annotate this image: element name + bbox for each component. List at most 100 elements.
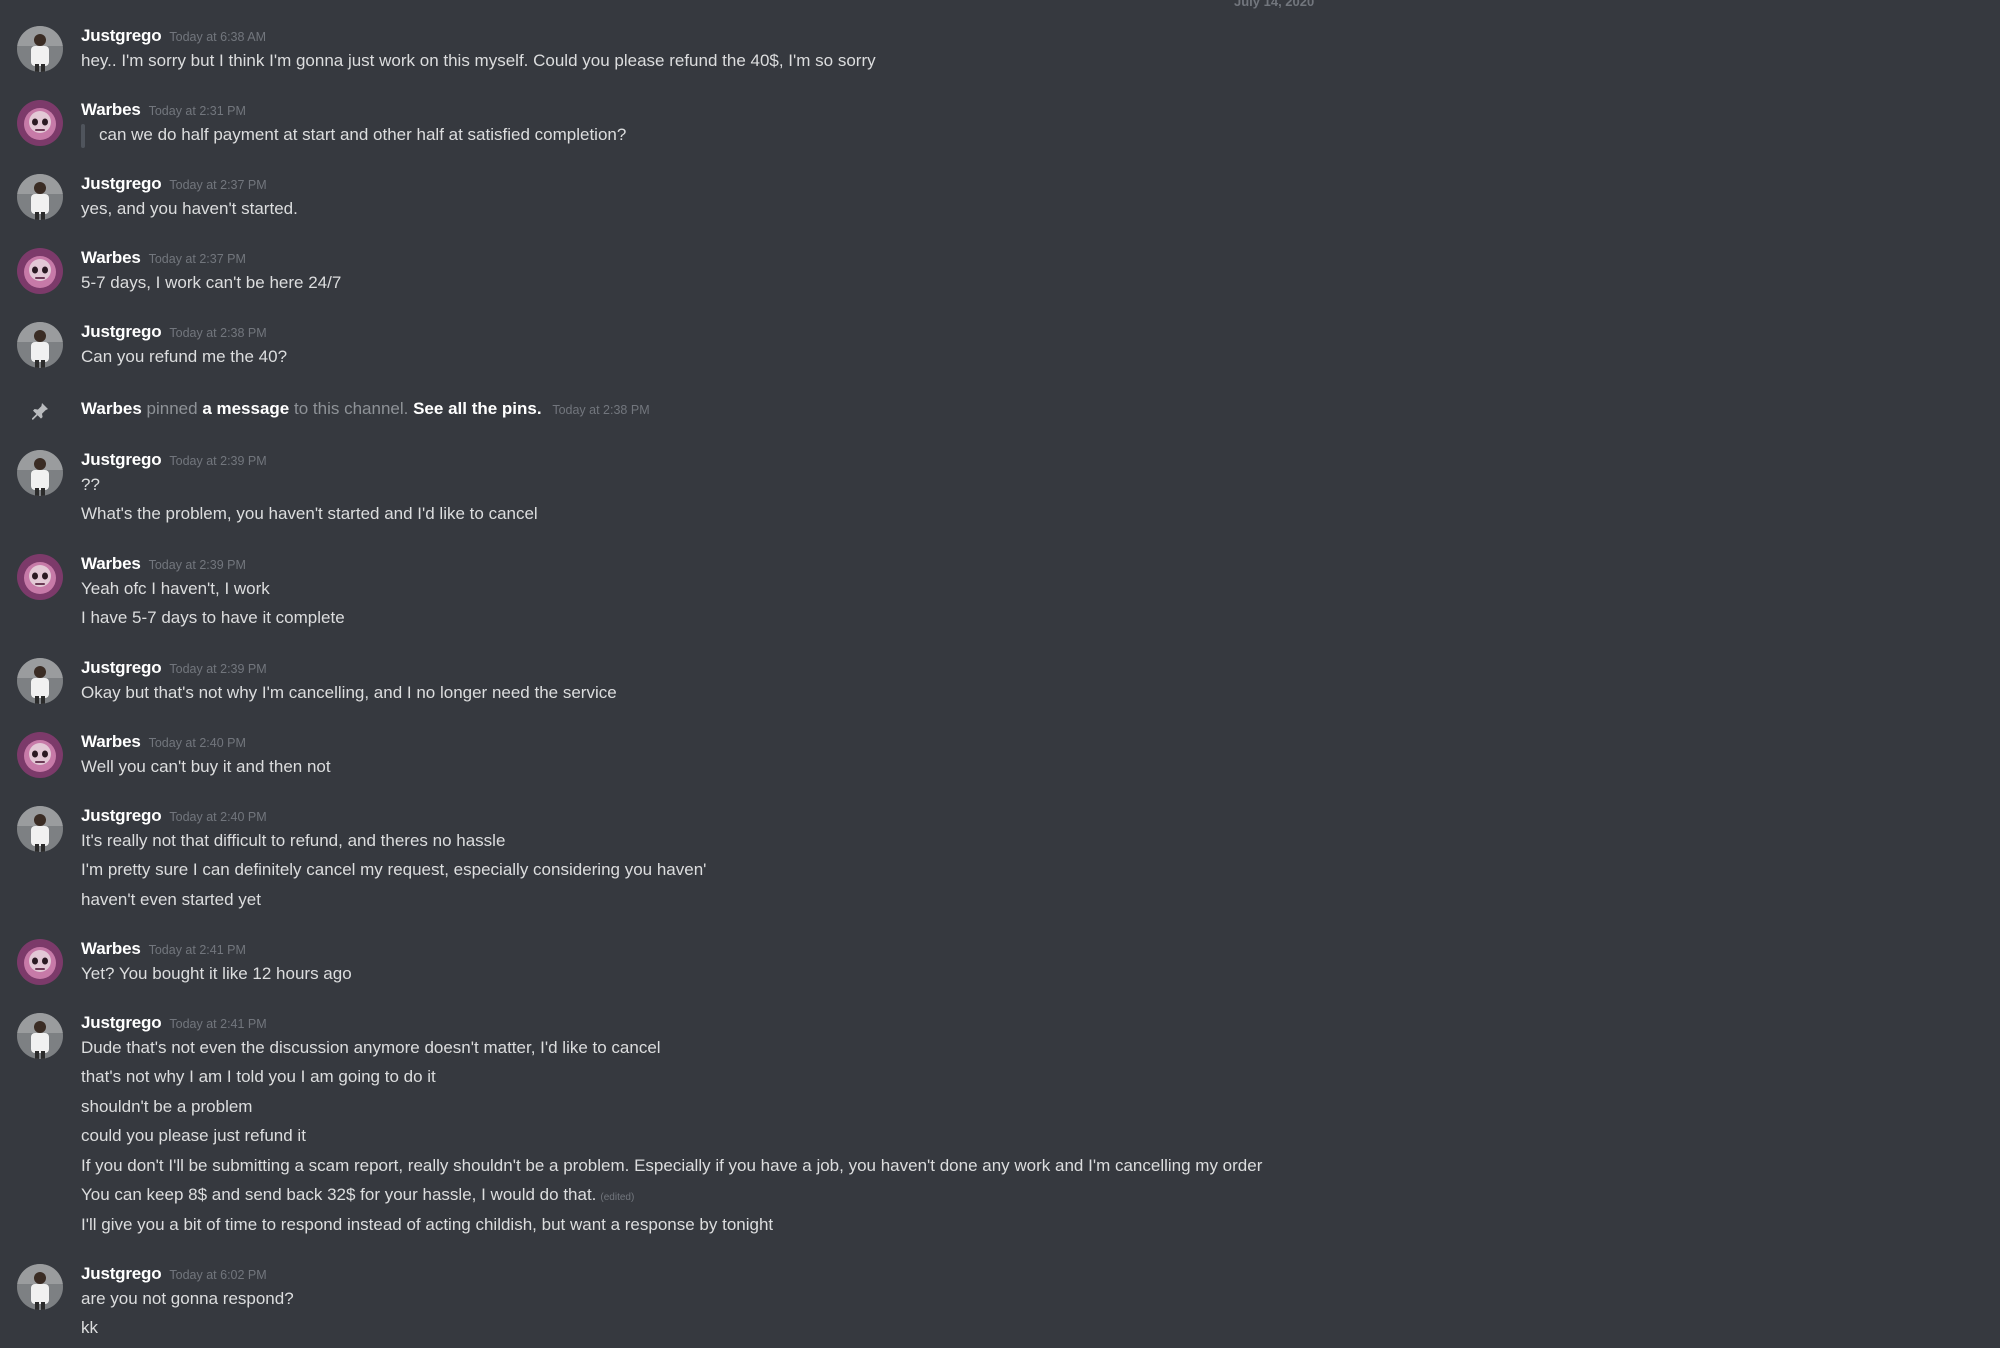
person-photo-avatar-icon bbox=[17, 1013, 63, 1059]
timestamp[interactable]: Today at 2:38 PM bbox=[552, 403, 649, 417]
message-header: Justgrego Today at 2:39 PM bbox=[81, 450, 267, 474]
person-photo-avatar-icon bbox=[17, 26, 63, 72]
username[interactable]: Justgrego bbox=[81, 1264, 162, 1283]
username[interactable]: Warbes bbox=[81, 248, 141, 267]
timestamp[interactable]: Today at 2:40 PM bbox=[149, 736, 246, 750]
pin-notice-text: Warbes pinned a message to this channel.… bbox=[81, 399, 650, 419]
message-header: Justgrego Today at 2:39 PM bbox=[81, 658, 267, 682]
system-pin-message: Warbes pinned a message to this channel.… bbox=[0, 399, 2000, 423]
message-text: You can keep 8$ and send back 32$ for yo… bbox=[81, 1185, 597, 1204]
timestamp[interactable]: Today at 2:40 PM bbox=[169, 810, 266, 824]
message-text: that's not why I am I told you I am goin… bbox=[81, 1067, 436, 1086]
timestamp[interactable]: Today at 2:41 PM bbox=[169, 1017, 266, 1031]
avatar-justgrego[interactable] bbox=[17, 26, 63, 72]
message-text: shouldn't be a problem bbox=[81, 1097, 253, 1116]
username[interactable]: Warbes bbox=[81, 554, 141, 573]
message-text: Can you refund me the 40? bbox=[81, 347, 288, 366]
person-photo-avatar-icon bbox=[17, 1264, 63, 1310]
message-header: Justgrego Today at 2:38 PM bbox=[81, 322, 267, 346]
pinned-message-link[interactable]: a message bbox=[202, 399, 289, 418]
avatar-warbes[interactable] bbox=[17, 732, 63, 778]
message-text: ?? bbox=[81, 475, 100, 494]
person-photo-avatar-icon bbox=[17, 322, 63, 368]
message-header: Warbes Today at 2:40 PM bbox=[81, 732, 246, 756]
message-text: Yeah ofc I haven't, I work bbox=[81, 579, 270, 598]
timestamp[interactable]: Today at 6:38 AM bbox=[169, 30, 266, 44]
person-photo-avatar-icon bbox=[17, 658, 63, 704]
pink-creature-avatar-icon bbox=[17, 554, 63, 600]
message-text: Well you can't buy it and then not bbox=[81, 757, 331, 776]
person-photo-avatar-icon bbox=[17, 174, 63, 220]
username[interactable]: Justgrego bbox=[81, 450, 162, 469]
username[interactable]: Justgrego bbox=[81, 174, 162, 193]
timestamp[interactable]: Today at 2:39 PM bbox=[169, 454, 266, 468]
timestamp[interactable]: Today at 2:37 PM bbox=[149, 252, 246, 266]
avatar-warbes[interactable] bbox=[17, 939, 63, 985]
avatar-justgrego[interactable] bbox=[17, 1013, 63, 1059]
pink-creature-avatar-icon bbox=[17, 732, 63, 778]
username[interactable]: Warbes bbox=[81, 732, 141, 751]
message-header: Justgrego Today at 6:38 AM bbox=[81, 26, 266, 50]
avatar-warbes[interactable] bbox=[17, 554, 63, 600]
avatar-justgrego[interactable] bbox=[17, 174, 63, 220]
message-header: Justgrego Today at 2:41 PM bbox=[81, 1013, 267, 1037]
timestamp[interactable]: Today at 2:38 PM bbox=[169, 326, 266, 340]
pink-creature-avatar-icon bbox=[17, 939, 63, 985]
chat-viewport[interactable]: July 14, 2020 Justgrego Today at 6:38 AM … bbox=[0, 0, 2000, 1348]
message-header: Justgrego Today at 6:02 PM bbox=[81, 1264, 267, 1288]
message-text: I'm pretty sure I can definitely cancel … bbox=[81, 860, 707, 879]
message-text: Dude that's not even the discussion anym… bbox=[81, 1038, 661, 1057]
username[interactable]: Justgrego bbox=[81, 26, 162, 45]
message-text: Yet? You bought it like 12 hours ago bbox=[81, 964, 352, 983]
avatar-justgrego[interactable] bbox=[17, 658, 63, 704]
timestamp[interactable]: Today at 2:39 PM bbox=[169, 662, 266, 676]
see-all-pins-link[interactable]: See all the pins. bbox=[413, 399, 542, 418]
username[interactable]: Justgrego bbox=[81, 658, 162, 677]
avatar-warbes[interactable] bbox=[17, 100, 63, 146]
message-text: kk bbox=[81, 1318, 98, 1337]
avatar-justgrego[interactable] bbox=[17, 450, 63, 496]
avatar-justgrego[interactable] bbox=[17, 1264, 63, 1310]
message-text: I have 5-7 days to have it complete bbox=[81, 608, 345, 627]
message-text: I'll give you a bit of time to respond i… bbox=[81, 1215, 774, 1234]
avatar-justgrego[interactable] bbox=[17, 806, 63, 852]
message-text-edited: You can keep 8$ and send back 32$ for yo… bbox=[81, 1184, 634, 1209]
pin-username[interactable]: Warbes bbox=[81, 399, 142, 418]
timestamp[interactable]: Today at 2:39 PM bbox=[149, 558, 246, 572]
username[interactable]: Justgrego bbox=[81, 806, 162, 825]
message-text: 5-7 days, I work can't be here 24/7 bbox=[81, 273, 342, 292]
message-header: Justgrego Today at 2:40 PM bbox=[81, 806, 267, 830]
username[interactable]: Warbes bbox=[81, 939, 141, 958]
person-photo-avatar-icon bbox=[17, 806, 63, 852]
pin-icon bbox=[32, 403, 48, 420]
message-text: If you don't I'll be submitting a scam r… bbox=[81, 1156, 1263, 1175]
username[interactable]: Justgrego bbox=[81, 1013, 162, 1032]
message-text: hey.. I'm sorry but I think I'm gonna ju… bbox=[81, 51, 876, 70]
date-divider-label: July 14, 2020 bbox=[1234, 0, 1315, 9]
pink-creature-avatar-icon bbox=[17, 248, 63, 294]
message-header: Warbes Today at 2:31 PM bbox=[81, 100, 246, 124]
message-text: What's the problem, you haven't started … bbox=[81, 504, 538, 523]
username[interactable]: Justgrego bbox=[81, 322, 162, 341]
message-text: It's really not that difficult to refund… bbox=[81, 831, 506, 850]
message-text: haven't even started yet bbox=[81, 890, 261, 909]
timestamp[interactable]: Today at 2:37 PM bbox=[169, 178, 266, 192]
message-header: Warbes Today at 2:41 PM bbox=[81, 939, 246, 963]
message-text: yes, and you haven't started. bbox=[81, 199, 298, 218]
date-divider: July 14, 2020 bbox=[0, 0, 2000, 9]
edited-label: (edited) bbox=[600, 1192, 635, 1203]
pink-creature-avatar-icon bbox=[17, 100, 63, 146]
message-header: Warbes Today at 2:39 PM bbox=[81, 554, 246, 578]
message-header: Warbes Today at 2:37 PM bbox=[81, 248, 246, 272]
timestamp[interactable]: Today at 2:31 PM bbox=[149, 104, 246, 118]
pin-channel-text: to this channel. bbox=[294, 399, 409, 418]
message-text: Okay but that's not why I'm cancelling, … bbox=[81, 683, 617, 702]
avatar-warbes[interactable] bbox=[17, 248, 63, 294]
avatar-justgrego[interactable] bbox=[17, 322, 63, 368]
timestamp[interactable]: Today at 2:41 PM bbox=[149, 943, 246, 957]
pin-verb: pinned bbox=[146, 399, 198, 418]
timestamp[interactable]: Today at 6:02 PM bbox=[169, 1268, 266, 1282]
message-text: are you not gonna respond? bbox=[81, 1289, 294, 1308]
username[interactable]: Warbes bbox=[81, 100, 141, 119]
person-photo-avatar-icon bbox=[17, 450, 63, 496]
